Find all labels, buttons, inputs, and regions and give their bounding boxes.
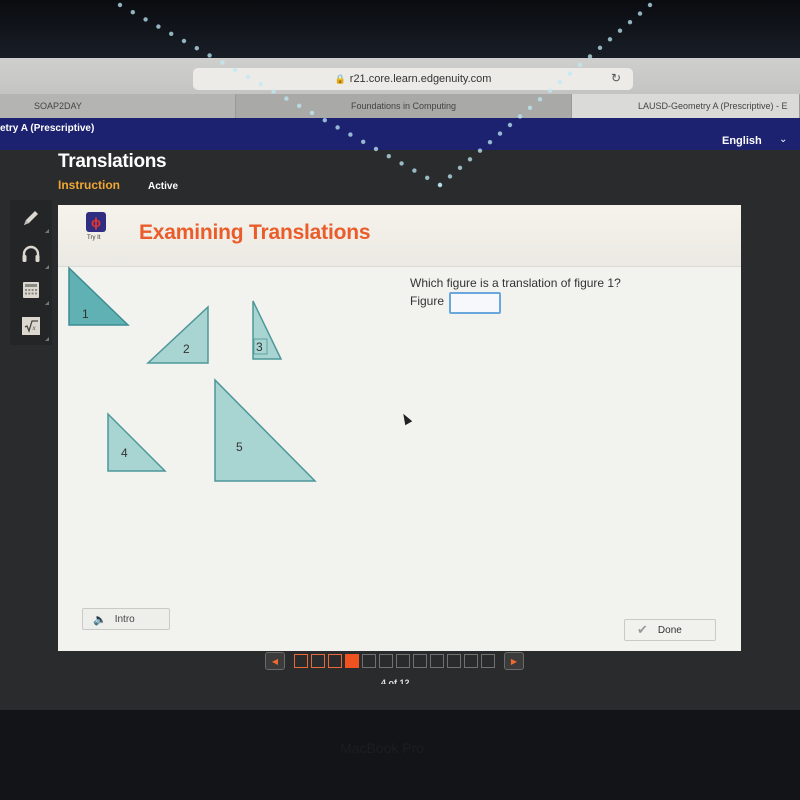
lesson-status: Active — [148, 181, 179, 192]
question-text: Which figure is a translation of figure … — [410, 276, 621, 290]
speaker-icon: 🔈 — [93, 613, 107, 626]
pager-step[interactable] — [464, 654, 478, 668]
calculator-icon — [23, 282, 39, 298]
tool-corner — [45, 337, 49, 341]
lesson-title: Translations — [58, 151, 167, 172]
tool-corner — [45, 229, 49, 233]
pager-step[interactable] — [396, 654, 410, 668]
pencil-tool[interactable] — [10, 200, 52, 236]
calculator-tool[interactable] — [10, 272, 52, 308]
figure-5-triangle — [214, 378, 317, 482]
pager-step[interactable] — [481, 654, 495, 668]
reload-icon[interactable]: ↻ — [611, 71, 621, 85]
tab-foundations-in-computing[interactable]: Foundations in Computing — [236, 94, 572, 118]
figures-canvas: 1 2 3 4 5 — [68, 266, 317, 482]
arrow-left-icon: ◀ — [271, 656, 279, 666]
device-label: MacBook Pro — [340, 740, 425, 756]
tab-soap2day[interactable]: SOAP2DAY — [0, 94, 236, 118]
figure-2-label: 2 — [183, 342, 190, 356]
figure-3: 3 — [252, 300, 283, 360]
page-count: 4 of 12 — [381, 678, 410, 684]
tool-corner — [45, 301, 49, 305]
pager-steps — [294, 654, 498, 668]
course-title: etry A (Prescriptive) — [0, 123, 95, 134]
tab-strip: SOAP2DAY Foundations in Computing LAUSD-… — [0, 94, 800, 118]
address-bar[interactable]: 🔒 r21.core.learn.edgenuity.com ↻ — [193, 68, 633, 90]
screen: 🔒 r21.core.learn.edgenuity.com ↻ SOAP2DA… — [0, 0, 800, 800]
tab-instruction[interactable]: Instruction — [58, 178, 120, 192]
pager-step[interactable] — [447, 654, 461, 668]
figure-5-label: 5 — [236, 440, 243, 454]
pager-step[interactable] — [294, 654, 308, 668]
figure-4-triangle — [107, 412, 167, 472]
pager-step[interactable] — [311, 654, 325, 668]
tool-corner — [45, 265, 49, 269]
figure-1-triangle — [68, 266, 130, 326]
language-select[interactable]: English — [722, 135, 762, 147]
figure-1: 1 — [68, 266, 130, 326]
done-button[interactable]: ✔ Done — [624, 619, 716, 641]
figure-4: 4 — [107, 412, 167, 472]
figure-2-triangle — [146, 305, 209, 364]
headphones-icon — [22, 245, 40, 262]
intro-button[interactable]: 🔈 Intro — [82, 608, 170, 630]
url-text: r21.core.learn.edgenuity.com — [349, 73, 492, 85]
activity-pager: ◀ ▶ — [265, 650, 524, 672]
figure-3-label: 3 — [256, 340, 263, 354]
figure-4-label: 4 — [121, 446, 128, 460]
pager-step[interactable] — [379, 654, 393, 668]
pencil-icon — [24, 211, 38, 225]
pager-step[interactable] — [430, 654, 444, 668]
pager-step[interactable] — [413, 654, 427, 668]
formula-sqrt-icon: x — [22, 317, 40, 335]
headphones-tool[interactable] — [10, 236, 52, 272]
done-label: Done — [657, 624, 682, 636]
arrow-right-icon: ▶ — [510, 656, 518, 666]
previous-button[interactable]: ◀ — [265, 652, 285, 670]
tab-geometry-a[interactable]: LAUSD-Geometry A (Prescriptive) - E — [572, 94, 800, 118]
checkmark-icon: ✔ — [637, 622, 648, 637]
answer-label: Figure — [410, 294, 445, 308]
formula-tool[interactable]: x — [10, 308, 52, 344]
pager-step-current[interactable] — [345, 654, 359, 668]
figure-1-label: 1 — [82, 307, 89, 321]
intro-label: Intro — [114, 613, 135, 625]
next-button[interactable]: ▶ — [504, 652, 524, 670]
figure-answer-input[interactable] — [449, 292, 501, 314]
lock-icon: 🔒 — [334, 73, 346, 84]
figure-5: 5 — [214, 378, 317, 482]
tool-rail: x — [10, 200, 52, 345]
pager-step[interactable] — [328, 654, 342, 668]
chevron-down-icon[interactable]: ⌄ — [779, 134, 787, 145]
figure-2: 2 — [146, 305, 209, 364]
pager-step[interactable] — [362, 654, 376, 668]
activity-card: ϕ Try It Examining Translations 1 2 3 4 — [58, 205, 741, 651]
app-nav-bar: etry A (Prescriptive) English ⌄ — [0, 118, 800, 154]
top-bezel — [0, 0, 800, 62]
browser-chrome: 🔒 r21.core.learn.edgenuity.com ↻ SOAP2DA… — [0, 58, 800, 118]
